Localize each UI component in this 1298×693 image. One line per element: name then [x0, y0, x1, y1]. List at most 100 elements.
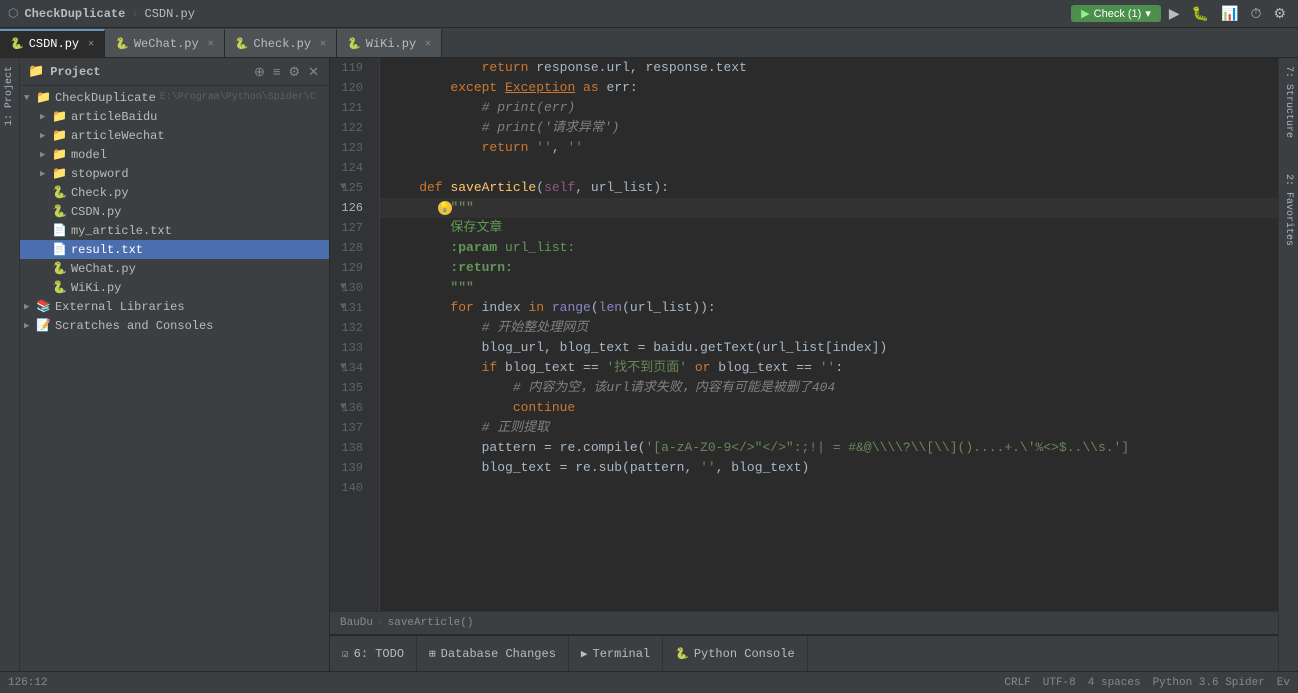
breadcrumb-part1: BauDu [340, 617, 373, 629]
sidebar-title: 📁 [28, 64, 44, 79]
sidebar-item-wechatpy[interactable]: 🐍 WeChat.py [20, 259, 329, 278]
settings-button[interactable]: ⚙ [1269, 3, 1290, 24]
checkpy-label: Check.py [71, 186, 129, 200]
sidebar-collapse-button[interactable]: ≡ [271, 63, 283, 81]
sidebar-close-button[interactable]: ✕ [306, 63, 321, 81]
tab-wiki-close[interactable]: ✕ [425, 38, 431, 50]
sidebar-item-csdnpy[interactable]: 🐍 CSDN.py [20, 202, 329, 221]
status-interpreter[interactable]: Python 3.6 Spider [1153, 677, 1265, 689]
sidebar-item-wikipy[interactable]: 🐍 WiKi.py [20, 278, 329, 297]
debug-button[interactable]: 🐛 [1188, 3, 1213, 24]
ln-127: 127 [330, 218, 371, 238]
articlewechat-icon: 📁 [52, 128, 67, 143]
sidebar-item-scratches[interactable]: ▶ 📝 Scratches and Consoles [20, 316, 329, 335]
extlibs-label: External Libraries [55, 300, 185, 314]
status-event: Ev [1277, 677, 1290, 689]
interpreter-value: Python 3.6 Spider [1153, 677, 1265, 689]
ln-129: 129 [330, 258, 371, 278]
code-line-131: for index in range(len(url_list)): [380, 298, 1278, 318]
sidebar-item-extlibs[interactable]: ▶ 📚 External Libraries [20, 297, 329, 316]
code-line-139: blog_text = re.sub(pattern, '', blog_tex… [380, 458, 1278, 478]
ln-122: 122 [330, 118, 371, 138]
project-name: CheckDuplicate [24, 7, 125, 21]
run-play-button[interactable]: ▶ [1165, 3, 1184, 24]
todo-label: 6: TODO [354, 647, 404, 661]
bottom-tab-pyconsole[interactable]: 🐍 Python Console [663, 636, 808, 672]
tab-wiki-icon: 🐍 [347, 37, 361, 51]
run-button[interactable]: ▶ Check (1) ▾ [1071, 5, 1161, 22]
bottom-tab-dbchanges[interactable]: ⊞ Database Changes [417, 636, 569, 672]
project-panel-label[interactable]: 1: Project [4, 58, 15, 134]
sidebar-item-resulttxt[interactable]: 📄 result.txt [20, 240, 329, 259]
tab-check[interactable]: 🐍 Check.py ✕ [225, 29, 337, 57]
code-editor[interactable]: 119 120 121 122 123 124 ▼ 125 126 127 12… [330, 58, 1278, 611]
status-encoding[interactable]: UTF-8 [1043, 677, 1076, 689]
code-line-123: return '', '' [380, 138, 1278, 158]
tab-check-icon: 🐍 [235, 37, 249, 51]
code-line-124 [380, 158, 1278, 178]
profile-button[interactable]: ⏱ [1247, 3, 1266, 24]
articlebaidu-icon: 📁 [52, 109, 67, 124]
ln-119: 119 [330, 58, 371, 78]
tab-wiki[interactable]: 🐍 WiKi.py ✕ [337, 29, 442, 57]
status-indent[interactable]: 4 spaces [1088, 677, 1141, 689]
bottom-tab-terminal[interactable]: ▶ Terminal [569, 636, 663, 672]
sidebar-item-stopword[interactable]: ▶ 📁 stopword [20, 164, 329, 183]
sidebar-item-myarticle[interactable]: 📄 my_article.txt [20, 221, 329, 240]
code-line-125: def saveArticle(self, url_list): [380, 178, 1278, 198]
dbchanges-label: Database Changes [441, 647, 556, 661]
tab-wechat-close[interactable]: ✕ [208, 38, 214, 50]
code-content[interactable]: return response.url, response.text excep… [380, 58, 1278, 611]
code-line-134: if blog_text == '找不到页面' or blog_text == … [380, 358, 1278, 378]
stopword-arrow: ▶ [40, 169, 52, 179]
title-bar-right: ▶ Check (1) ▾ ▶ 🐛 📊 ⏱ ⚙ [1071, 3, 1290, 24]
dbchanges-icon: ⊞ [429, 647, 436, 661]
resulttxt-icon: 📄 [52, 242, 67, 257]
lineending-value: CRLF [1004, 677, 1030, 689]
ln-138: 138 [330, 438, 371, 458]
code-line-122: # print('请求异常') [380, 118, 1278, 138]
breadcrumb: BauDu › saveArticle() [330, 611, 1278, 635]
ln-128: 128 [330, 238, 371, 258]
line-numbers: 119 120 121 122 123 124 ▼ 125 126 127 12… [330, 58, 380, 611]
sidebar-item-articlewechat[interactable]: ▶ 📁 articleWechat [20, 126, 329, 145]
extlibs-arrow: ▶ [24, 302, 36, 312]
tab-check-close[interactable]: ✕ [320, 38, 326, 50]
sidebar-item-articlebaidu[interactable]: ▶ 📁 articleBaidu [20, 107, 329, 126]
code-line-119: return response.url, response.text [380, 58, 1278, 78]
status-bar: 126:12 CRLF UTF-8 4 spaces Python 3.6 Sp… [0, 671, 1298, 693]
bottom-panel: ☑ 6: TODO ⊞ Database Changes ▶ Terminal … [330, 635, 1278, 671]
terminal-icon: ▶ [581, 647, 588, 661]
sidebar-header-icons: ⊕ ≡ ⚙ ✕ [252, 63, 321, 81]
sidebar-settings-button[interactable]: ⚙ [286, 63, 302, 81]
root-path: E:\Program\Python\Spider\C [160, 92, 316, 103]
scratches-arrow: ▶ [24, 321, 36, 331]
sidebar-item-root[interactable]: ▼ 📁 CheckDuplicate E:\Program\Python\Spi… [20, 88, 329, 107]
ln-126: 126 [330, 198, 371, 218]
favorites-panel-label[interactable]: 2: Favorites [1283, 166, 1294, 254]
tab-csdn-close[interactable]: ✕ [88, 38, 94, 50]
extlibs-icon: 📚 [36, 299, 51, 314]
coverage-button[interactable]: 📊 [1217, 3, 1242, 24]
sidebar-add-button[interactable]: ⊕ [252, 63, 267, 81]
tab-csdn[interactable]: 🐍 CSDN.py ✕ [0, 29, 105, 57]
sidebar-item-checkpy[interactable]: 🐍 Check.py [20, 183, 329, 202]
tab-csdn-icon: 🐍 [10, 37, 24, 51]
status-lineending[interactable]: CRLF [1004, 677, 1030, 689]
ln-130: ▼ 130 [330, 278, 371, 298]
bottom-tab-todo[interactable]: ☑ 6: TODO [330, 636, 417, 672]
code-line-133: blog_url, blog_text = baidu.getText(url_… [380, 338, 1278, 358]
right-strip: 7: Structure 2: Favorites [1278, 58, 1298, 671]
model-icon: 📁 [52, 147, 67, 162]
sidebar-item-model[interactable]: ▶ 📁 model [20, 145, 329, 164]
myarticle-icon: 📄 [52, 223, 67, 238]
ln-125: ▼ 125 [330, 178, 371, 198]
code-line-128: :param url_list: [380, 238, 1278, 258]
run-label: Check (1) [1094, 8, 1142, 20]
structure-panel-label[interactable]: 7: Structure [1283, 58, 1294, 146]
tab-wiki-label: WiKi.py [366, 37, 416, 51]
tab-wechat[interactable]: 🐍 WeChat.py ✕ [105, 29, 225, 57]
myarticle-label: my_article.txt [71, 224, 172, 238]
scratches-label: Scratches and Consoles [55, 319, 213, 333]
stopword-icon: 📁 [52, 166, 67, 181]
